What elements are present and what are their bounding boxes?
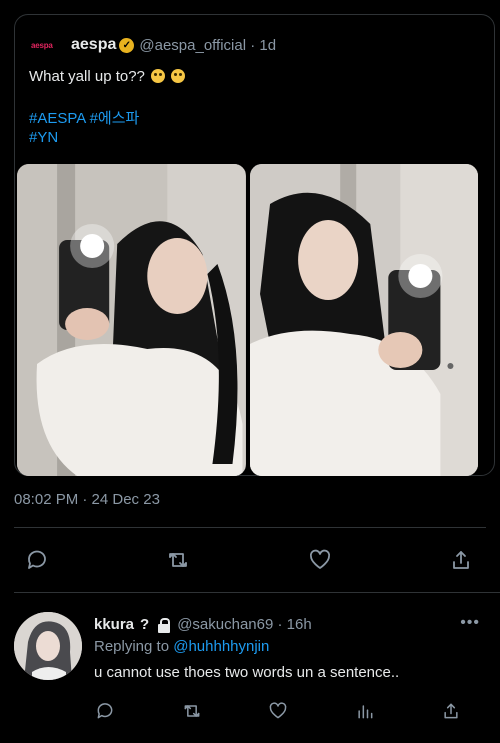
reply-button[interactable] [14, 545, 60, 575]
like-icon [309, 549, 330, 569]
reply-name-suffix: ? [140, 616, 150, 633]
retweet-icon [169, 553, 188, 567]
retweet-icon [184, 705, 199, 717]
divider-top [14, 527, 486, 528]
more-options-icon[interactable]: ••• [460, 614, 480, 632]
monocle-emoji-icon [151, 69, 166, 83]
reply-header: kkura ? @sakuchan69 · 16h [94, 616, 312, 633]
divider-bottom [14, 592, 500, 593]
like-button[interactable] [297, 545, 343, 575]
main-action-bar [14, 545, 484, 575]
quoted-display-name[interactable]: aespa [71, 36, 116, 54]
replying-to-mention[interactable]: @huhhhhynjin [173, 638, 269, 655]
reply-handle-time: @sakuchan69 · 16h [177, 616, 312, 633]
quoted-handle-time: @aespa_official · 1d [139, 36, 277, 54]
monocle-emoji-icon [171, 69, 186, 83]
reply-icon [97, 703, 113, 719]
analytics-icon [357, 705, 372, 719]
photo-mirror-selfie-1[interactable] [17, 164, 246, 476]
quoted-tweet-header: aespa aespa ✓ @aespa_official · 1d [31, 35, 276, 55]
photo-grid [17, 164, 478, 476]
lock-icon [157, 617, 171, 633]
reply-text: u cannot use thoes two words un a senten… [94, 664, 400, 681]
reply-share-button[interactable] [428, 696, 474, 726]
share-icon [444, 703, 458, 719]
quoted-tweet-text: What yall up to?? [29, 67, 186, 86]
reply-icon [28, 550, 46, 569]
hashtags: #AESPA #에스파 #YN [29, 109, 139, 147]
retweet-button[interactable] [155, 545, 201, 575]
verified-badge-icon: ✓ [119, 37, 135, 53]
hashtag-line-1[interactable]: #AESPA #에스파 [29, 109, 139, 128]
replying-to: Replying to @huhhhhynjin [94, 638, 269, 655]
tweet-timestamp: 08:02 PM · 24 Dec 23 [14, 491, 160, 508]
hashtag-line-2[interactable]: #YN [29, 128, 139, 147]
reply-action-bar [82, 696, 474, 726]
quoted-text-content: What yall up to?? [29, 68, 145, 85]
replying-to-label: Replying to [94, 638, 170, 655]
kkura-avatar[interactable] [14, 612, 82, 680]
reply-analytics-button[interactable] [342, 696, 388, 726]
like-icon [269, 702, 287, 719]
share-icon [453, 551, 469, 569]
reply-reply-button[interactable] [82, 696, 128, 726]
reply-display-name[interactable]: kkura [94, 616, 134, 633]
reply-tweet[interactable]: kkura ? @sakuchan69 · 16h ••• Replying t… [0, 600, 500, 743]
reply-like-button[interactable] [255, 696, 301, 726]
share-button[interactable] [438, 545, 484, 575]
aespa-avatar[interactable]: aespa [31, 37, 63, 53]
quoted-tweet-card[interactable]: aespa aespa ✓ @aespa_official · 1d What … [14, 14, 495, 476]
reply-retweet-button[interactable] [169, 696, 215, 726]
photo-mirror-selfie-2[interactable] [249, 164, 478, 476]
